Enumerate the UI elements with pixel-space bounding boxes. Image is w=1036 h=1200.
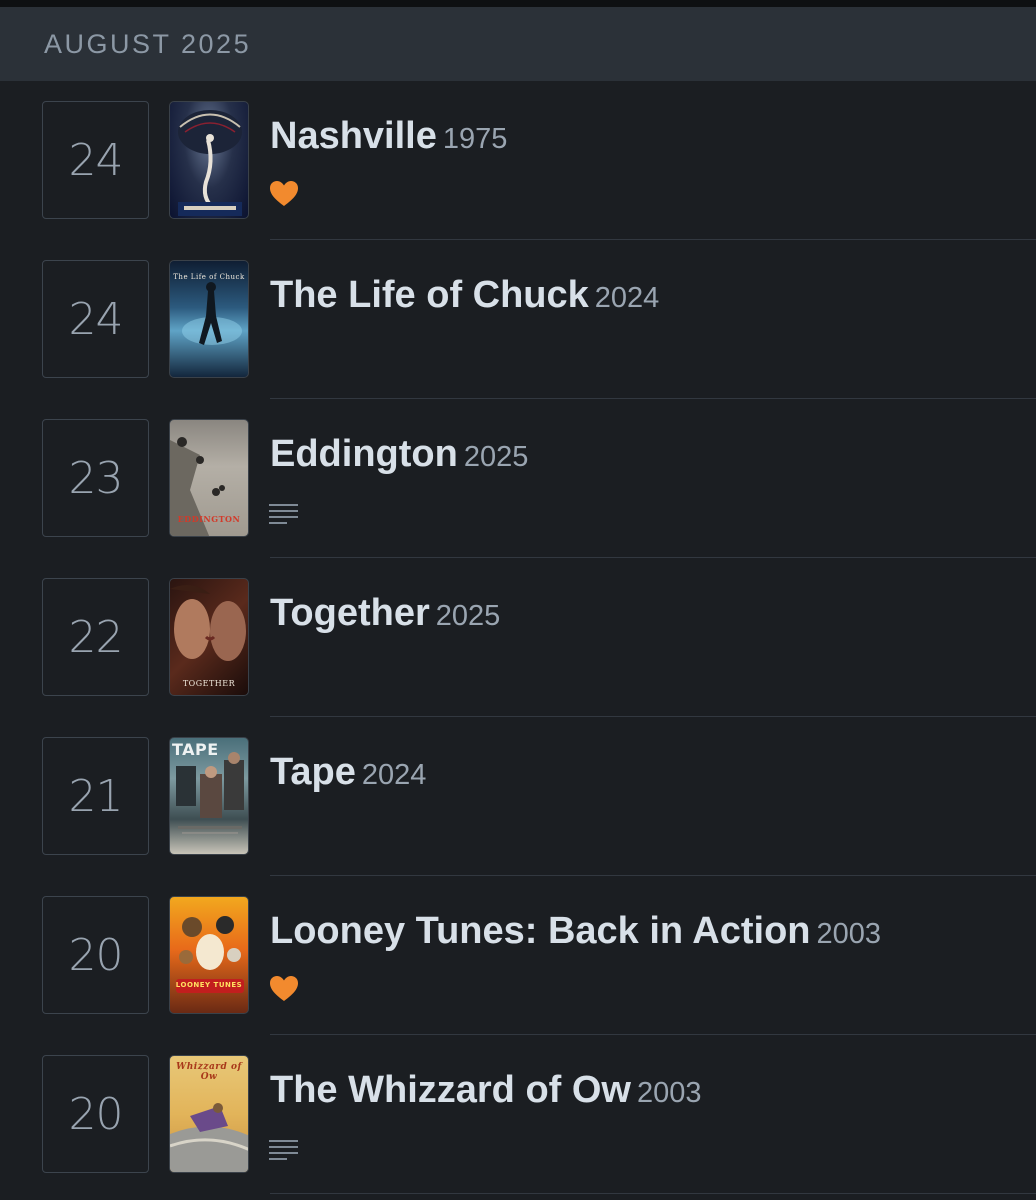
review-lines-icon: [269, 1140, 298, 1160]
day-number: 22: [68, 611, 124, 663]
top-edge: [0, 0, 1036, 7]
diary-entry[interactable]: 22 TOGETHER Together 2025: [0, 558, 1036, 717]
day-box[interactable]: 21: [42, 737, 149, 855]
film-title[interactable]: Together: [270, 592, 430, 634]
review-lines-icon: [269, 504, 298, 524]
film-year[interactable]: 2003: [817, 918, 882, 950]
film-year[interactable]: 2024: [595, 282, 660, 314]
day-number: 20: [68, 929, 124, 981]
month-header: AUGUST 2025: [0, 7, 1036, 81]
title-line[interactable]: Looney Tunes: Back in Action 2003: [270, 910, 881, 953]
film-title[interactable]: Nashville: [270, 115, 437, 157]
day-box[interactable]: 24: [42, 260, 149, 378]
heart-icon: [270, 181, 298, 206]
diary-entry[interactable]: 24 The Life of Chuck The Life of Chuck 20…: [0, 240, 1036, 399]
day-number: 21: [68, 770, 124, 822]
day-number: 23: [68, 452, 124, 504]
diary-entry[interactable]: 20 Whizzard of Ow The Whizzard of Ow 2003: [0, 1035, 1036, 1194]
poster-looney-tunes[interactable]: LOONEY TUNES: [169, 896, 249, 1014]
title-line[interactable]: Tape 2024: [270, 751, 426, 794]
film-year[interactable]: 1975: [443, 123, 508, 155]
film-title[interactable]: Looney Tunes: Back in Action: [270, 910, 811, 952]
diary-entry[interactable]: 20 LOONEY TUNES Looney Tunes: Back in Ac…: [0, 876, 1036, 1035]
day-number: 24: [68, 134, 124, 186]
film-year[interactable]: 2025: [436, 600, 501, 632]
poster-life-of-chuck[interactable]: The Life of Chuck: [169, 260, 249, 378]
title-line[interactable]: Together 2025: [270, 592, 500, 635]
film-title[interactable]: Tape: [270, 751, 356, 793]
film-title[interactable]: The Whizzard of Ow: [270, 1069, 631, 1111]
day-box[interactable]: 23: [42, 419, 149, 537]
day-box[interactable]: 24: [42, 101, 149, 219]
diary-entry[interactable]: 23 EDDINGTON Eddington 2025: [0, 399, 1036, 558]
day-number: 20: [68, 1088, 124, 1140]
heart-icon: [270, 976, 298, 1001]
poster-tape[interactable]: TAPE: [169, 737, 249, 855]
divider: [270, 1192, 1036, 1194]
day-box[interactable]: 20: [42, 896, 149, 1014]
film-year[interactable]: 2025: [464, 441, 529, 473]
film-title[interactable]: The Life of Chuck: [270, 274, 589, 316]
poster-text: TOGETHER: [182, 679, 236, 688]
film-year[interactable]: 2024: [362, 759, 427, 791]
poster-together[interactable]: TOGETHER: [169, 578, 249, 696]
title-line[interactable]: The Whizzard of Ow 2003: [270, 1069, 702, 1112]
title-line[interactable]: The Life of Chuck 2024: [270, 274, 659, 317]
day-box[interactable]: 22: [42, 578, 149, 696]
day-box[interactable]: 20: [42, 1055, 149, 1173]
poster-eddington[interactable]: EDDINGTON: [169, 419, 249, 537]
diary-entry[interactable]: 21 TAPE Tape 2024: [0, 717, 1036, 876]
poster-nashville[interactable]: [169, 101, 249, 219]
diary-entry[interactable]: 24 Nashville 1975: [0, 81, 1036, 240]
title-line[interactable]: Nashville 1975: [270, 115, 507, 158]
film-year[interactable]: 2003: [637, 1077, 702, 1109]
month-label: AUGUST 2025: [44, 28, 252, 59]
title-line[interactable]: Eddington 2025: [270, 433, 528, 476]
poster-text: LOONEY TUNES: [175, 981, 243, 989]
poster-whizzard-of-ow[interactable]: Whizzard of Ow: [169, 1055, 249, 1173]
poster-text: EDDINGTON: [177, 514, 241, 524]
day-number: 24: [68, 293, 124, 345]
film-title[interactable]: Eddington: [270, 433, 458, 475]
